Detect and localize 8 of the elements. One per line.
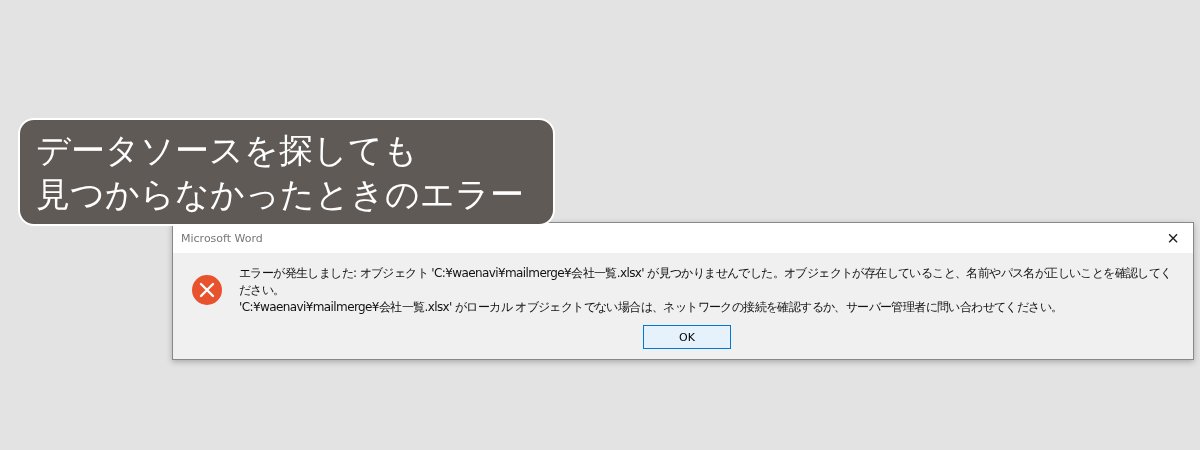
error-message: エラーが発生しました: オブジェクト 'C:¥waenavi¥mailmerge¥会社一覧.xlsx' が見つかりませんでした。オブジェクトが存在していること、名前やパス名が正しいことを確認してください。 (239, 265, 1173, 299)
error-message: 'C:¥waenavi¥mailmerge¥会社一覧.xlsx' がローカル オブジェクトでない場合は、ネットワークの接続を確認するか、サーバー管理者に問い合わせてください。 (239, 298, 1064, 316)
error-icon (191, 274, 223, 307)
caption-text: データソースを探しても (36, 129, 419, 172)
caption-text: 見つからなかったときのエラー (36, 173, 525, 216)
ok-button[interactable]: OK (643, 325, 731, 350)
close-button[interactable]: × (1153, 223, 1193, 253)
window-title: Microsoft Word (181, 231, 263, 245)
